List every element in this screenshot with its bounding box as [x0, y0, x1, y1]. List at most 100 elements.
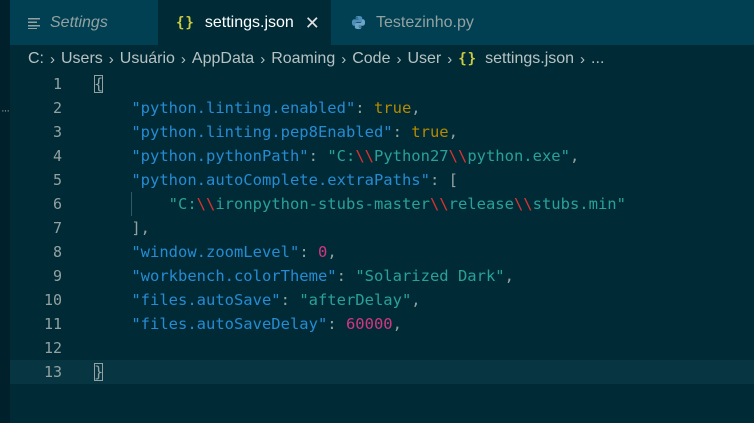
- line-number: 7: [52, 219, 62, 237]
- hamburger-icon: [28, 17, 40, 29]
- breadcrumb-item[interactable]: settings.json: [485, 50, 574, 68]
- breadcrumb-item[interactable]: ...: [591, 50, 604, 68]
- chevron-right-icon: ›: [580, 50, 586, 68]
- code-token: : [: [429, 171, 458, 189]
- activity-bar-edge: ···: [0, 0, 10, 423]
- json-braces-icon: {}: [176, 14, 195, 31]
- line-number: 1: [52, 75, 62, 93]
- code-token: ,: [327, 243, 337, 261]
- code-token: ],: [94, 219, 150, 237]
- code-token: "C:: [94, 195, 197, 213]
- tab-bar: Settings {} settings.json ✕ Testezinho.p…: [10, 0, 754, 45]
- code-token: \\: [429, 195, 449, 213]
- line-number: 8: [52, 243, 62, 261]
- code-token: \\: [448, 147, 468, 165]
- tab-label: Settings: [50, 13, 108, 31]
- code-token: :: [327, 315, 346, 333]
- code-token: true: [373, 99, 412, 117]
- code-token: :: [299, 243, 318, 261]
- code-token: \\: [196, 195, 216, 213]
- line-number: 3: [52, 123, 62, 141]
- code-token: ,: [448, 123, 458, 141]
- code-line[interactable]: 1{: [10, 72, 754, 96]
- code-text: "python.linting.pep8Enabled": true,: [94, 120, 458, 144]
- code-token: {: [94, 75, 104, 93]
- code-line[interactable]: 9 "workbench.colorTheme": "Solarized Dar…: [10, 264, 754, 288]
- breadcrumb-item[interactable]: Users: [61, 50, 103, 68]
- code-text: "python.autoComplete.extraPaths": [: [94, 168, 458, 192]
- tab-settings[interactable]: Settings: [10, 0, 158, 45]
- line-number: 10: [43, 291, 62, 309]
- line-number: 13: [43, 363, 62, 381]
- code-line[interactable]: 5 "python.autoComplete.extraPaths": [: [10, 168, 754, 192]
- breadcrumb-item[interactable]: Code: [352, 50, 390, 68]
- code-token: python.exe": [467, 147, 570, 165]
- code-token: Python27: [373, 147, 449, 165]
- code-token: :: [280, 291, 300, 309]
- code-token: ironpython-stubs-master: [215, 195, 430, 213]
- code-token: ,: [392, 315, 402, 333]
- chevron-right-icon: ›: [396, 50, 402, 68]
- breadcrumb: C: › Users › Usuário › AppData › Roaming…: [28, 46, 604, 72]
- code-token: ,: [411, 99, 421, 117]
- code-text: "files.autoSave": "afterDelay",: [94, 288, 420, 312]
- chevron-right-icon: ›: [180, 50, 186, 68]
- code-line[interactable]: 11 "files.autoSaveDelay": 60000,: [10, 312, 754, 336]
- breadcrumb-item[interactable]: AppData: [192, 50, 254, 68]
- breadcrumb-item[interactable]: User: [407, 50, 441, 68]
- code-token: "python.linting.enabled": [94, 99, 356, 117]
- tab-testezinho-py[interactable]: Testezinho.py: [331, 0, 509, 45]
- line-number: 5: [52, 171, 62, 189]
- code-line[interactable]: 7 ],: [10, 216, 754, 240]
- chevron-right-icon: ›: [260, 50, 266, 68]
- code-token: "window.zoomLevel": [94, 243, 300, 261]
- json-braces-icon: {}: [458, 51, 478, 67]
- code-token: :: [336, 267, 356, 285]
- line-number: 4: [52, 147, 62, 165]
- chevron-right-icon: ›: [108, 50, 114, 68]
- close-icon[interactable]: ✕: [305, 14, 320, 32]
- code-text: "python.pythonPath": "C:\\Python27\\pyth…: [94, 144, 579, 168]
- code-token: :: [355, 99, 374, 117]
- code-token: "python.linting.pep8Enabled": [94, 123, 393, 141]
- code-token: :: [308, 147, 328, 165]
- code-text: {: [94, 72, 104, 96]
- code-token: \\: [355, 147, 374, 165]
- tab-label: Testezinho.py: [376, 13, 474, 31]
- code-token: "afterDelay": [299, 291, 412, 309]
- code-text: "workbench.colorTheme": "Solarized Dark"…: [94, 264, 514, 288]
- code-text: }: [94, 360, 104, 384]
- line-number: 9: [52, 267, 62, 285]
- code-token: ,: [569, 147, 580, 165]
- chevron-right-icon: ›: [341, 50, 347, 68]
- code-token: ,: [504, 267, 514, 285]
- tab-label: settings.json: [204, 13, 294, 31]
- code-line[interactable]: 12: [10, 336, 754, 360]
- code-token: stubs.min": [532, 195, 626, 213]
- vscode-window: ··· Settings {} settings.json ✕ Testezin…: [0, 0, 754, 423]
- breadcrumb-item[interactable]: C:: [28, 50, 44, 68]
- code-line[interactable]: 6 "C:\\ironpython-stubs-master\\release\…: [10, 192, 754, 216]
- chevron-right-icon: ›: [50, 50, 55, 68]
- code-line[interactable]: 2 "python.linting.enabled": true,: [10, 96, 754, 120]
- python-icon: [351, 15, 366, 30]
- breadcrumb-item[interactable]: Usuário: [120, 50, 175, 68]
- code-token: "Solarized Dark": [355, 267, 505, 285]
- code-editor[interactable]: 1{2 "python.linting.enabled": true, 3 "py…: [10, 72, 754, 423]
- code-line[interactable]: 8 "window.zoomLevel": 0,: [10, 240, 754, 264]
- more-icon[interactable]: ···: [1, 106, 10, 117]
- line-number: 12: [43, 339, 62, 357]
- code-token: "workbench.colorTheme": [94, 267, 337, 285]
- code-text: "files.autoSaveDelay": 60000,: [94, 312, 402, 336]
- tab-settings-json[interactable]: {} settings.json ✕: [158, 0, 331, 45]
- line-number: 2: [52, 99, 62, 117]
- code-token: 60000: [345, 315, 393, 333]
- code-line[interactable]: 13}: [10, 360, 754, 384]
- code-token: "python.autoComplete.extraPaths": [94, 171, 430, 189]
- breadcrumb-item[interactable]: Roaming: [271, 50, 335, 68]
- code-token: "C:: [327, 147, 356, 165]
- code-line[interactable]: 3 "python.linting.pep8Enabled": true,: [10, 120, 754, 144]
- code-line[interactable]: 4 "python.pythonPath": "C:\\Python27\\py…: [10, 144, 754, 168]
- code-line[interactable]: 10 "files.autoSave": "afterDelay",: [10, 288, 754, 312]
- code-token: :: [392, 123, 412, 141]
